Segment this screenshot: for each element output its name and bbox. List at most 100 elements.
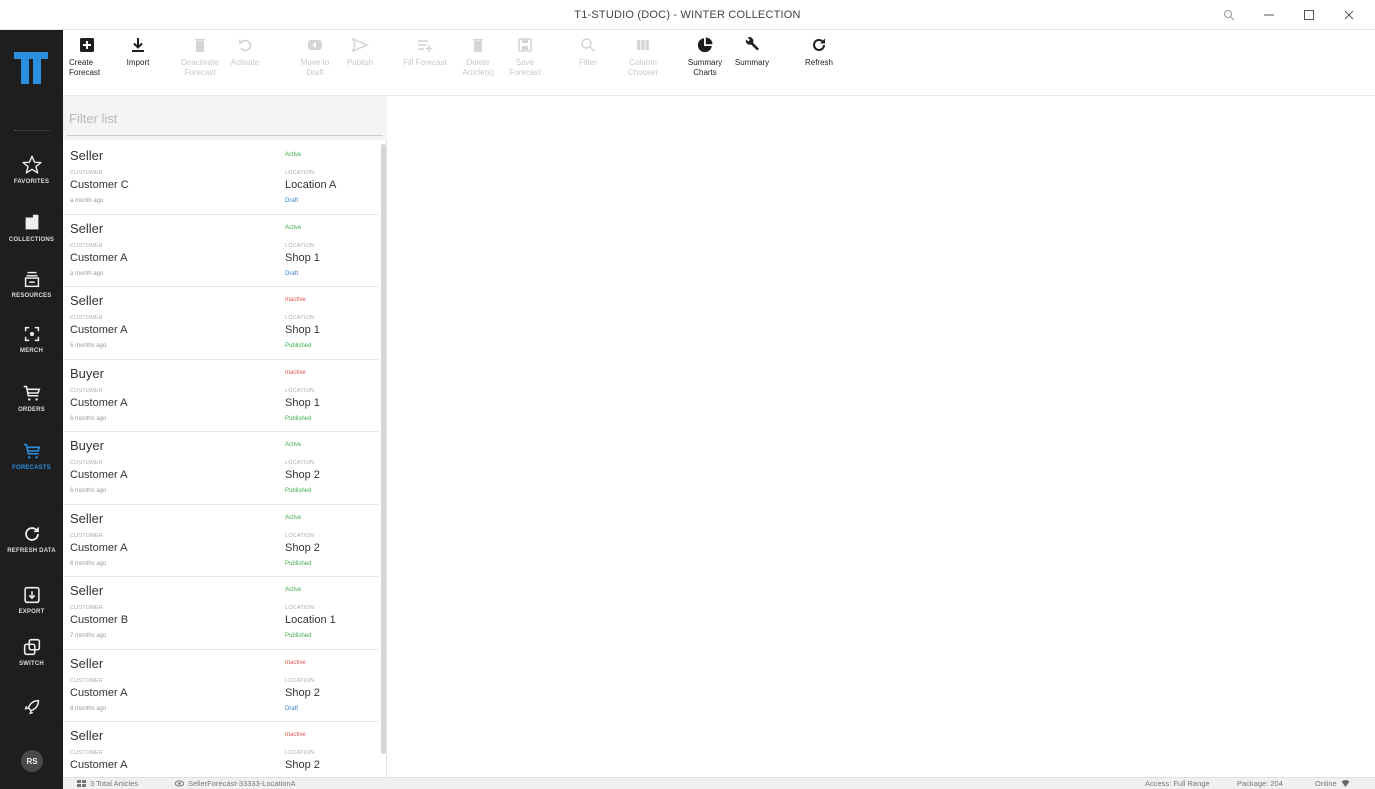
stack-icon [24,271,39,288]
list-item[interactable]: Seller Inactive CUSTOMER Customer A LOCATION… [63,287,379,360]
save-forecast-button[interactable]: Save Forecast [503,36,547,78]
forecast-role: Seller [70,148,104,163]
list-item[interactable]: Seller Active CUSTOMER Customer C LOCATION Lo… [63,142,379,215]
move-to-draft-label: Move to Draft [300,58,330,77]
forecast-age: 5 months ago [70,343,107,349]
move-icon [308,40,322,50]
customer-value: Customer A [70,469,128,481]
save-icon [518,38,532,52]
list-item[interactable]: Seller Inactive CUSTOMER Customer A LOCATION… [63,722,379,777]
nav-resources[interactable]: RESOURCES [0,268,63,299]
trash-icon [195,39,205,52]
list-item[interactable]: Seller Inactive CUSTOMER Customer A LOCATION… [63,649,379,722]
package-text: Package: 204 [1237,779,1283,788]
cart-icon [23,443,40,459]
customer-label: CUSTOMER [70,242,103,249]
nav-rocket[interactable] [0,696,63,718]
deactivate-forecast-button[interactable]: Deactivate Forecast [178,36,222,78]
delete-articles-button[interactable]: Delete Article(s) [456,36,500,78]
nav-resources-label: RESOURCES [11,293,52,299]
filter-button[interactable]: Filter [566,36,610,68]
refresh-button[interactable]: Refresh [797,36,841,68]
forecast-role: Seller [70,293,104,308]
nav-export-label: EXPORT [18,609,45,615]
online-status: Online [1315,779,1350,788]
forecast-role: Seller [70,220,104,236]
publish-status: Draft [285,198,299,204]
forecast-age: a month ago [70,198,104,204]
access-text: Access: Full Range [1145,779,1210,788]
customer-value: Customer A [70,396,128,409]
publish-status: Published [285,415,312,422]
location-label: LOCATION [285,387,315,394]
location-label: LOCATION [285,750,315,756]
save-forecast-label: Save Forecast [509,58,541,77]
customer-value: Customer A [70,686,128,699]
customer-value: Customer C [70,179,129,191]
nav-switch[interactable]: SWITCH [0,636,63,667]
toolbar: Create Forecast Import Deactivate Foreca… [63,30,1375,96]
publish-label: Publish [346,58,374,67]
forecast-list: Seller Active CUSTOMER Customer C LOCATION Lo… [63,142,379,777]
app-logo [14,52,48,84]
create-forecast-label: Create Forecast [69,58,101,77]
create-forecast-button[interactable]: Create Forecast [65,36,109,78]
list-item[interactable]: Seller Active CUSTOMER Customer A LOCATION Sh… [63,504,379,577]
summary-charts-button[interactable]: Summary Charts [683,36,727,78]
customer-value: Customer A [70,541,128,554]
scan-icon [24,326,39,342]
nav-refresh-data-label: REFRESH DATA [7,548,56,554]
forecast-age: 6 months ago [70,560,107,567]
minimize-button[interactable] [1251,4,1287,26]
list-scrollbar[interactable] [381,144,386,754]
refresh-label: Refresh [804,58,833,67]
location-value: Shop 1 [285,396,320,409]
publish-status: Draft [285,705,299,712]
nav-favorites[interactable]: FAVORITES [0,154,63,185]
avatar[interactable]: RS [21,750,43,772]
package-count: Package: 204 [1237,779,1283,788]
nav-merch[interactable]: MERCH [0,323,63,354]
location-value: Shop 2 [285,759,320,771]
activate-label: Activate [230,58,260,67]
nav-refresh-data[interactable]: REFRESH DATA [0,523,63,554]
close-button[interactable] [1331,4,1367,26]
nav-collections[interactable]: COLLECTIONS [0,212,63,243]
import-label: Import [126,58,150,67]
publish-button[interactable]: Publish [338,36,382,68]
list-item[interactable]: Buyer Active CUSTOMER Customer A LOCATION Sho… [63,432,379,505]
customer-label: CUSTOMER [70,170,103,176]
nav-export[interactable]: EXPORT [0,584,63,615]
download-icon [132,38,144,52]
access-level: Access: Full Range [1145,779,1210,788]
list-item[interactable]: Seller Active CUSTOMER Customer A LOCATION Sh… [63,214,379,287]
list-item[interactable]: Seller Active CUSTOMER Customer B LOCATION Lo… [63,577,379,650]
location-label: LOCATION [285,677,315,684]
move-to-draft-button[interactable]: Move to Draft [293,36,337,78]
nav-merch-label: MERCH [20,348,43,354]
filter-bar [63,96,387,140]
location-label: LOCATION [285,242,315,249]
window-title: T1-STUDIO (DOC) - WINTER COLLECTION [574,9,801,21]
publish-status: Draft [285,270,299,277]
zoom-icon[interactable] [1211,4,1247,26]
location-label: LOCATION [285,460,315,466]
filter-input[interactable] [67,102,383,136]
activate-button[interactable]: Activate [223,36,267,68]
refresh-icon [24,526,39,541]
forecast-role: Seller [70,510,104,526]
total-articles-text: 3 Total Articles [90,779,139,788]
column-chooser-label: Column Chooser [627,58,659,77]
nav-forecasts[interactable]: FORECASTS [0,440,63,471]
nav-orders[interactable]: ORDERS [0,382,63,413]
location-value: Shop 1 [285,324,320,336]
forecast-state: Inactive [285,369,306,376]
deactivate-forecast-label: Deactivate Forecast [181,58,219,77]
list-item[interactable]: Buyer Inactive CUSTOMER Customer A LOCATION S… [63,359,379,432]
customer-label: CUSTOMER [70,460,103,466]
maximize-button[interactable] [1291,4,1327,26]
summary-button[interactable]: Summary [730,36,774,68]
column-chooser-button[interactable]: Column Chooser [621,36,665,78]
import-button[interactable]: Import [116,36,160,68]
fill-forecast-button[interactable]: Fill Forecast [403,36,447,68]
